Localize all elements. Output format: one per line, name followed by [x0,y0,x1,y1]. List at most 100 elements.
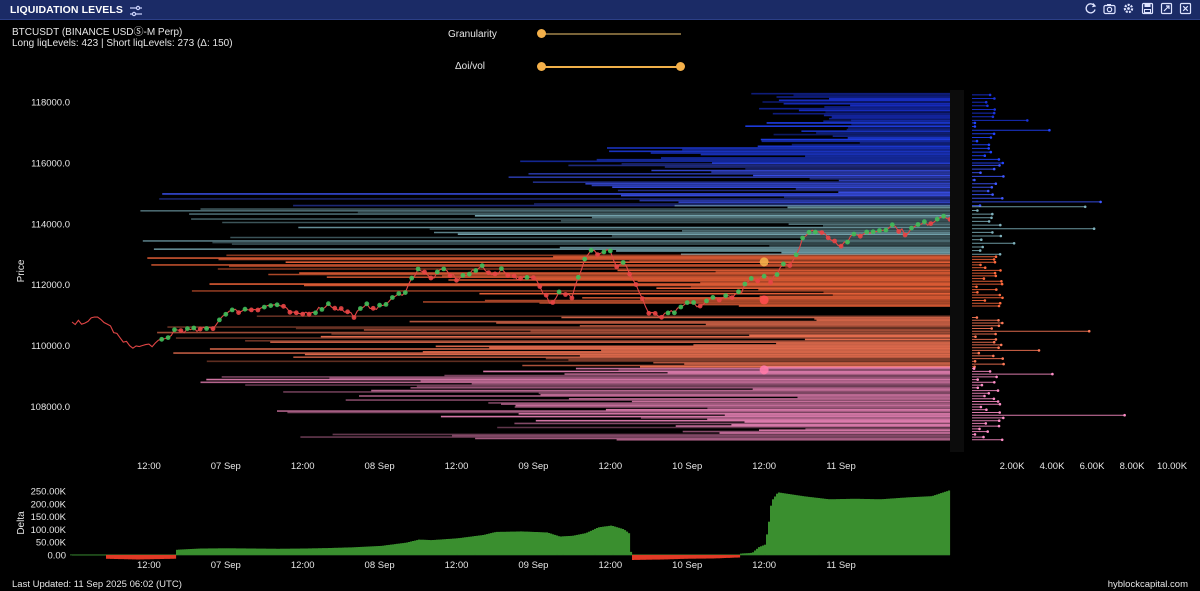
delta-bar [90,554,93,556]
delta-bar [638,554,641,560]
delta-bar [238,548,241,555]
delta-axis-label: Delta [16,511,27,535]
delta-bar [780,492,783,555]
price-point [159,336,165,342]
delta-bar [838,499,841,555]
delta-bar [904,497,907,555]
price-axis-label: Price [16,259,27,282]
delta-bar [612,526,615,555]
heatmap-bar-end [976,386,980,390]
delta-bar [616,527,619,555]
delta-bar [626,531,629,555]
delta-bar [920,496,923,555]
delta-bar [420,539,423,555]
delta-bar [772,499,775,555]
delta-bar [752,552,755,555]
price-x-tick-label: 12:00 [752,461,776,472]
delta-bar [130,554,133,560]
delta-bar [722,554,725,559]
delta-bar [914,497,917,555]
price-y-tick-label: 108000.0 [30,402,70,413]
delta-bar [100,554,103,556]
delta-bar [664,554,667,560]
delta-bar [252,548,255,555]
price-point [691,300,696,305]
price-point [941,213,946,219]
delta-bar [446,539,449,555]
delta-bar [928,496,931,555]
delta-bar [704,554,707,559]
last-updated: Last Updated: 11 Sep 2025 06:02 (UTC) [12,579,182,590]
delta-x-tick-label: 12:00 [445,560,469,571]
heatmap-bar-end [977,351,981,355]
delta-bar [756,548,759,555]
heatmap-bar-end [993,260,997,264]
delta-bar [272,548,275,555]
delta-bar [276,548,279,555]
price-x-tick-label: 12:00 [137,461,161,472]
price-x-tick-label: 12:00 [291,461,315,472]
delta-bar [438,539,441,555]
delta-bar [274,548,277,555]
delta-bar [284,548,287,555]
price-point [287,309,293,315]
price-point [531,275,536,281]
delta-bar [138,554,141,560]
price-point [261,304,267,310]
delta-bar [480,535,483,555]
heatmap-bar-end [973,360,977,363]
delta-bar [260,548,263,555]
heatmap-bar-end [999,269,1002,272]
delta-bar [742,553,745,555]
heatmap-bar-end [990,186,994,189]
price-point [575,274,581,280]
delta-bar [494,532,497,555]
delta-bar [802,496,805,555]
heatmap-bar-end [992,258,996,261]
heatmap-bar-end [979,405,983,409]
delta-bar [918,496,921,555]
delta-bar [394,544,397,555]
delta-bar [102,554,105,556]
heatmap-bar-end [983,299,987,302]
heatmap-bar-end [983,394,986,398]
delta-bar [606,526,609,555]
delta-bar [224,548,227,555]
price-x-axis: 12:00 07 Sep 12:00 08 Sep 12:00 09 Sep 12:00 10… [137,461,856,472]
delta-bar [368,546,371,555]
delta-bar [632,554,635,560]
delta-y-tick-label: 50.00K [36,538,67,549]
delta-bar [210,548,213,555]
delta-bar [372,546,375,555]
delta-bar [798,495,801,555]
delta-bar [788,494,791,555]
delta-bar [364,546,367,555]
price-point [710,295,716,300]
heatmap-bar-end [998,253,1002,256]
delta-bar [666,554,669,560]
price-point [729,295,735,300]
price-point [441,266,447,272]
delta-bar [180,549,183,555]
price-point [306,311,312,317]
delta-bar [424,539,427,555]
delta-bar [82,554,85,556]
delta-bar [266,548,269,555]
delta-bar [676,554,679,560]
price-point [870,229,876,235]
price-point [813,229,818,235]
price-point [909,225,914,231]
delta-bar [720,554,723,559]
heatmap-bar-end [987,392,991,395]
delta-bar [406,542,409,555]
delta-bar [656,554,659,560]
price-point [204,326,210,331]
delta-bar [430,540,433,555]
delta-bar [350,547,353,555]
delta-bar [310,548,313,555]
delta-bar [488,533,491,555]
delta-bar [692,554,695,559]
delta-bar [334,547,337,555]
delta-bar [624,530,627,555]
heatmap-bar-end [1123,413,1126,417]
